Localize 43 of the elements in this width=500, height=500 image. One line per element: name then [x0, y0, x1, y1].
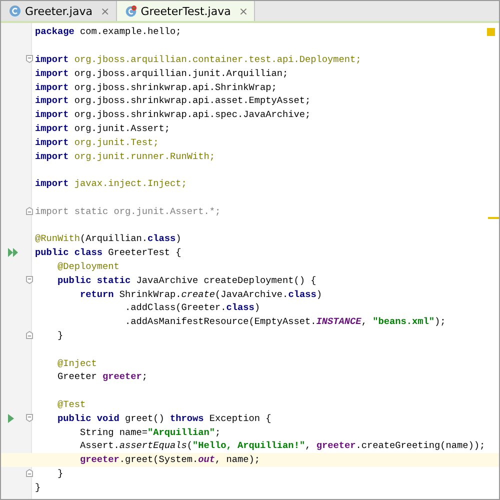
- code-line: public class GreeterTest {: [34, 247, 182, 258]
- close-icon[interactable]: ×: [238, 4, 248, 18]
- code-line: import org.jboss.arquillian.container.test.api.Deployment;: [34, 54, 362, 65]
- code-line: public void greet() throws Exception {: [56, 412, 272, 424]
- code-line: }: [56, 330, 64, 341]
- test-class-icon: [124, 5, 137, 17]
- class-icon: [9, 5, 21, 17]
- close-icon[interactable]: ×: [100, 4, 110, 18]
- warning-marker[interactable]: [487, 28, 495, 36]
- fold-icon[interactable]: [26, 331, 33, 340]
- code-line: Assert.assertEquals("Hello, Arquillian!", greeter.createGreeting(name));: [79, 440, 486, 452]
- code-line: @RunWith(Arquillian.class): [34, 233, 182, 244]
- code-line: import org.junit.Test;: [34, 136, 159, 148]
- code-line: import static org.junit.Assert.*;: [34, 206, 221, 217]
- code-line: .addClass(Greeter.class): [124, 302, 260, 314]
- code-line: Greeter greeter;: [56, 371, 148, 382]
- code-line: }: [56, 468, 64, 479]
- code-line: String name="Arquillian";: [79, 426, 221, 438]
- file-tab[interactable]: GreeterTest.java ×: [116, 1, 256, 21]
- code-line: import org.junit.Assert;: [34, 122, 170, 134]
- code-line: import org.jboss.arquillian.junit.Arquillian;: [34, 68, 288, 79]
- code-line: import javax.inject.Inject;: [34, 178, 187, 190]
- code-line: @Test: [56, 398, 86, 410]
- code-line: import org.jboss.shrinkwrap.api.asset.EmptyAsset;: [34, 95, 311, 106]
- run-test-icon[interactable]: [8, 414, 14, 423]
- code-line: import org.junit.runner.RunWith;: [34, 150, 216, 162]
- code-line: package com.example.hello;: [34, 26, 182, 38]
- code-line: .addAsManifestResource(EmptyAsset.INSTANCE, "beans.xml");: [124, 316, 446, 328]
- fold-icon[interactable]: [26, 207, 33, 216]
- code-line: @Deployment: [56, 260, 120, 272]
- code-line: import org.jboss.shrinkwrap.api.spec.JavaArchive;: [34, 109, 311, 120]
- fold-icon[interactable]: [26, 469, 33, 478]
- file-tab[interactable]: Greeter.java ×: [1, 1, 117, 21]
- fold-icon[interactable]: [26, 55, 33, 64]
- code-line: @Inject: [56, 358, 97, 369]
- fold-icon[interactable]: [26, 276, 33, 284]
- run-tests-icon[interactable]: [8, 248, 18, 258]
- code-line: return ShrinkWrap.create(JavaArchive.class): [79, 288, 322, 300]
- code-line: import org.jboss.shrinkwrap.api.ShrinkWrap;: [34, 82, 277, 93]
- code-line: greeter.greet(System.out, name);: [79, 454, 260, 466]
- code-line: }: [34, 482, 41, 493]
- fold-icon[interactable]: [26, 414, 33, 422]
- code-line: public static JavaArchive createDeployment() {: [56, 274, 316, 286]
